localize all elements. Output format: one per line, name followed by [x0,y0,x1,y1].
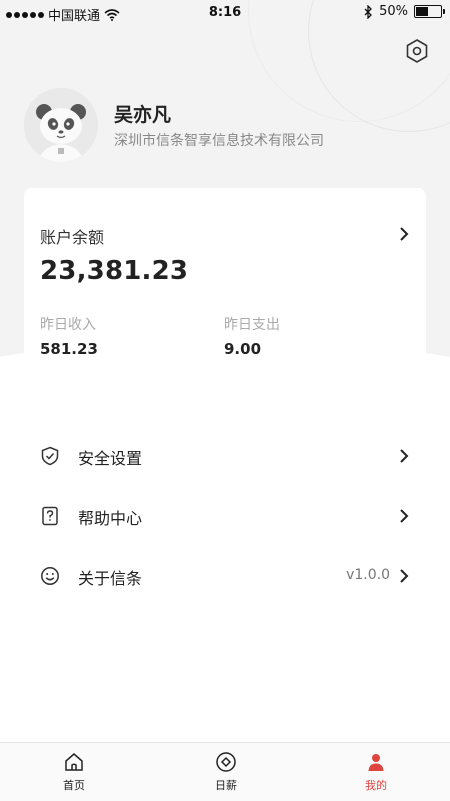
shield-check-icon [41,446,59,466]
account-balance-card[interactable]: 账户余额 23,381.23 昨日收入 581.23 昨日支出 9.00 [24,188,426,388]
home-icon [65,753,83,771]
tab-label: 日薪 [215,779,237,792]
balance-label: 账户余额 [40,228,105,247]
chevron-right-icon [400,449,409,463]
tab-mine[interactable]: 我的 [336,751,416,793]
panda-avatar[interactable] [24,88,98,162]
hexagon-settings-icon [406,39,428,63]
settings-button[interactable] [404,38,430,64]
battery-percent: 50% [379,4,408,19]
battery-icon [414,5,445,18]
smiley-icon [41,567,59,585]
person-icon [368,754,384,771]
menu-item-help[interactable]: 帮助中心 [0,486,450,546]
menu-item-label: 关于信条 [78,569,143,588]
chevron-right-icon[interactable] [396,225,412,243]
daily-circle-icon [216,752,236,772]
yesterday-expense: 昨日支出 9.00 [224,314,280,358]
settings-menu: 安全设置 帮助中心 关于信条 v1.0.0 [0,426,450,606]
menu-item-security[interactable]: 安全设置 [0,426,450,486]
chevron-right-icon [400,569,409,583]
income-label: 昨日收入 [40,317,96,333]
menu-item-label: 安全设置 [78,449,143,468]
user-name: 吴亦凡 [114,104,172,126]
expense-label: 昨日支出 [224,317,280,333]
app-version: v1.0.0 [346,567,390,583]
bottom-tab-bar: 首页 日薪 我的 [0,742,450,801]
status-bar: 中国联通 8:16 50% [0,0,450,26]
tab-home[interactable]: 首页 [34,751,114,793]
help-question-icon [42,506,58,526]
menu-item-about[interactable]: 关于信条 v1.0.0 [0,546,450,606]
balance-value: 23,381.23 [40,256,189,286]
income-value: 581.23 [40,340,98,358]
company-name: 深圳市信条智享信息技术有限公司 [114,133,324,149]
profile-section[interactable]: 吴亦凡 深圳市信条智享信息技术有限公司 [24,88,434,168]
tab-daily-salary[interactable]: 日薪 [186,751,266,793]
menu-item-label: 帮助中心 [78,509,143,528]
expense-value: 9.00 [224,340,262,358]
tab-label: 我的 [365,779,387,792]
yesterday-income: 昨日收入 581.23 [40,314,98,358]
bluetooth-icon [364,4,373,19]
chevron-right-icon [400,509,409,523]
tab-label: 首页 [63,779,85,792]
